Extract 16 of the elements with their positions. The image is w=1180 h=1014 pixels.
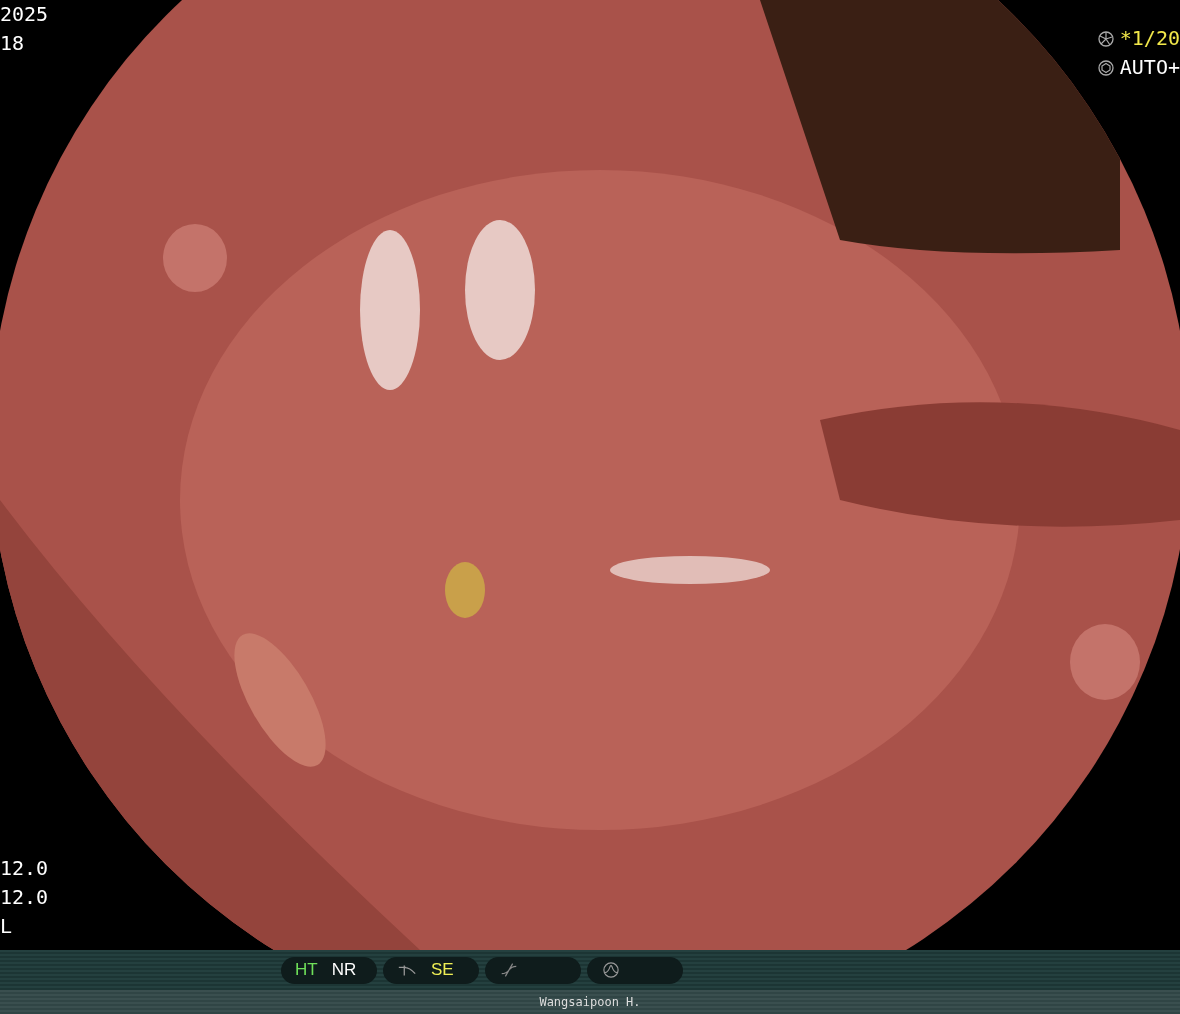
overlay-text: AUTO+ (1119, 54, 1180, 81)
mode-label: SE (431, 960, 454, 980)
overlay-text: 12.0 (0, 884, 49, 911)
overlay-text: 18 (0, 30, 26, 57)
mode-label: HT (295, 960, 318, 980)
overlay-text: L (0, 913, 14, 940)
aperture-icon (1097, 59, 1114, 76)
overlay-text: 2025 (0, 1, 49, 28)
shutter-icon (1097, 30, 1114, 47)
overlay-text: 12.0 (0, 855, 49, 882)
overlay-text: *1/20 (1119, 25, 1180, 52)
wave-icon (601, 962, 621, 978)
curve-icon (397, 962, 417, 978)
operator-name: Wangsaipoon H. (539, 995, 641, 1009)
slash-icon (499, 962, 519, 978)
mode-label: NR (331, 960, 357, 980)
